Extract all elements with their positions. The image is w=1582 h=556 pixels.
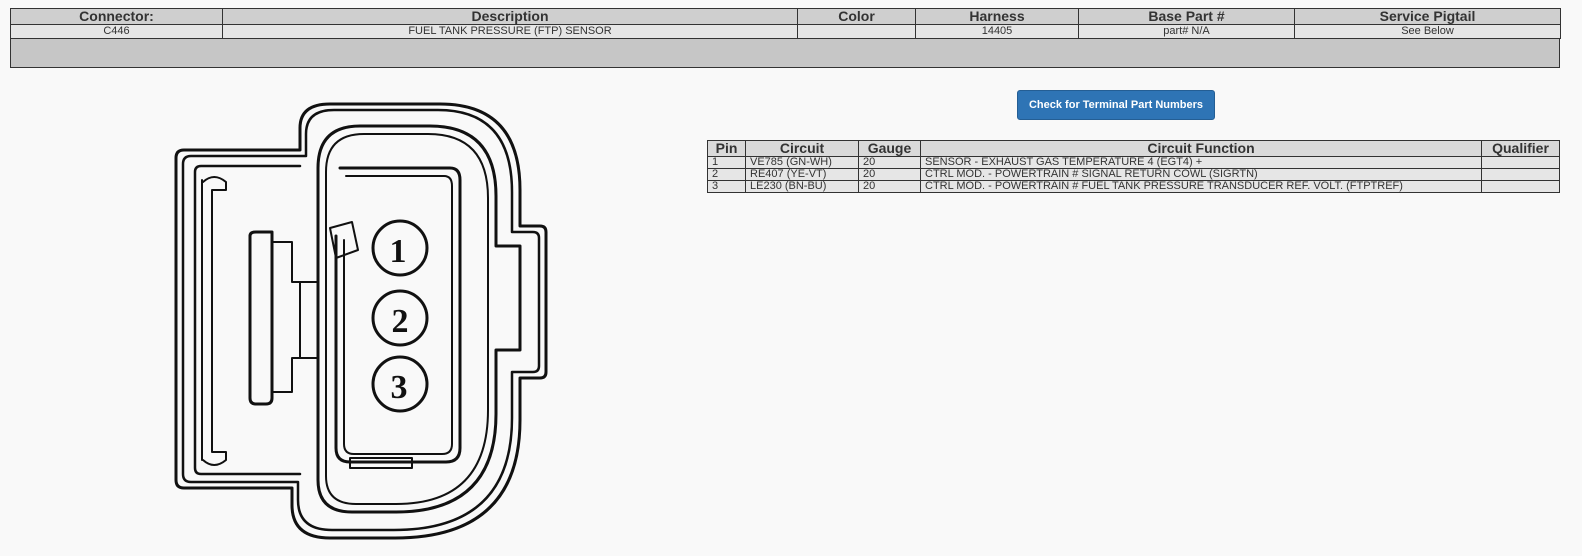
connector-face-diagram: 1 2 3 [174, 102, 548, 540]
connector-info-header-row: Connector: Description Color Harness Bas… [10, 8, 1561, 25]
locking-tab-detail [271, 241, 319, 393]
pin-1-label: 1 [390, 233, 407, 270]
pin-qualifier [1481, 180, 1560, 193]
connector-harness: 14405 [915, 24, 1079, 39]
connector-description: FUEL TANK PRESSURE (FTP) SENSOR [222, 24, 798, 39]
connector-id: C446 [10, 24, 223, 39]
connector-info-table: Connector: Description Color Harness Bas… [10, 8, 1561, 39]
pin-number: 2 [707, 168, 746, 181]
pin-qualifier [1481, 168, 1560, 181]
col-pin: Pin [707, 140, 746, 157]
pin-gauge: 20 [858, 180, 921, 193]
col-gauge: Gauge [858, 140, 921, 157]
col-base-part: Base Part # [1078, 8, 1295, 25]
pin-circuit: RE407 (YE-VT) [745, 168, 859, 181]
pin-row: 3 LE230 (BN-BU) 20 CTRL MOD. - POWERTRAI… [707, 180, 1560, 193]
connector-service-pigtail: See Below [1294, 24, 1561, 39]
pin-function: CTRL MOD. - POWERTRAIN # FUEL TANK PRESS… [920, 180, 1482, 193]
latch-frame [193, 164, 302, 476]
check-terminal-part-numbers-button[interactable]: Check for Terminal Part Numbers [1017, 90, 1215, 120]
col-service-pigtail: Service Pigtail [1294, 8, 1561, 25]
pin-circuit: VE785 (GN-WH) [745, 156, 859, 169]
col-color: Color [797, 8, 916, 25]
latch-frame-detail [201, 176, 227, 466]
connector-info-row: C446 FUEL TANK PRESSURE (FTP) SENSOR 144… [10, 24, 1561, 39]
pin-table-header-row: Pin Circuit Gauge Circuit Function Quali… [707, 140, 1560, 157]
col-connector: Connector: [10, 8, 223, 25]
pin-number: 3 [707, 180, 746, 193]
col-circuit-function: Circuit Function [920, 140, 1482, 157]
connector-header: Connector: Description Color Harness Bas… [10, 8, 1561, 68]
pin-gauge: 20 [858, 156, 921, 169]
connector-base-part: part# N/A [1078, 24, 1295, 39]
pin-function: SENSOR - EXHAUST GAS TEMPERATURE 4 (EGT4… [920, 156, 1482, 169]
pin-row: 1 VE785 (GN-WH) 20 SENSOR - EXHAUST GAS … [707, 156, 1560, 169]
col-description: Description [222, 8, 798, 25]
pin-2: 2 [371, 289, 429, 347]
pin-3-label: 3 [391, 369, 408, 406]
col-circuit: Circuit [745, 140, 859, 157]
connector-color [797, 24, 916, 39]
pin-table: Pin Circuit Gauge Circuit Function Quali… [707, 140, 1560, 193]
pin-row: 2 RE407 (YE-VT) 20 CTRL MOD. - POWERTRAI… [707, 168, 1560, 181]
pin-circuit: LE230 (BN-BU) [745, 180, 859, 193]
locking-tab [248, 230, 274, 406]
pin-function: CTRL MOD. - POWERTRAIN # SIGNAL RETURN C… [920, 168, 1482, 181]
pin-2-label: 2 [392, 303, 409, 340]
col-harness: Harness [915, 8, 1079, 25]
pin-gauge: 20 [858, 168, 921, 181]
pin-1: 1 [371, 219, 429, 277]
pin-qualifier [1481, 156, 1560, 169]
pin-number: 1 [707, 156, 746, 169]
col-qualifier: Qualifier [1481, 140, 1560, 157]
pin-3: 3 [371, 355, 429, 413]
header-spacer-bar [10, 39, 1560, 68]
